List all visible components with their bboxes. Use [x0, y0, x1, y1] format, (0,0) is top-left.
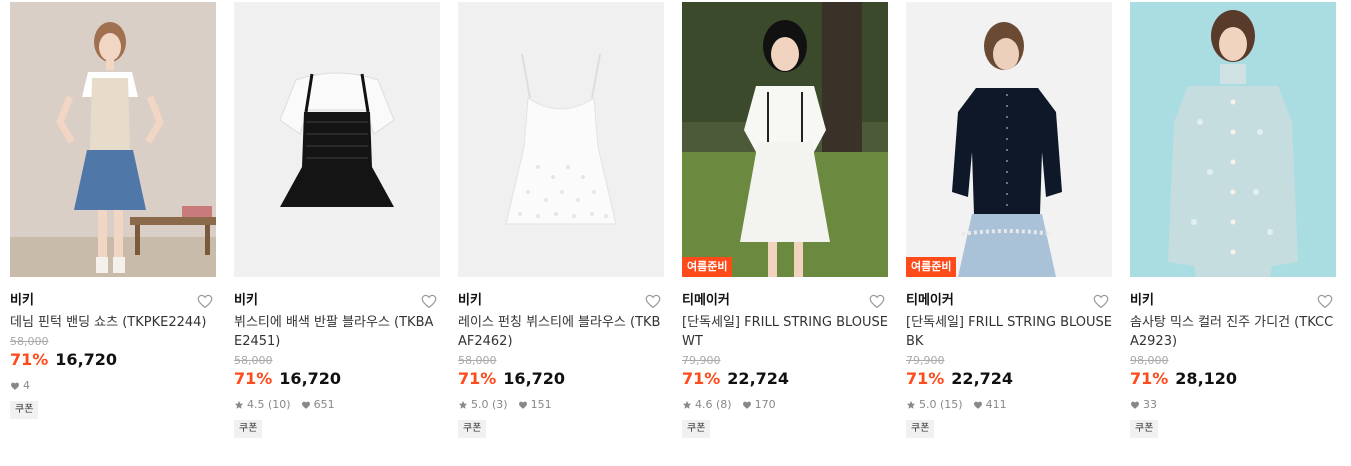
original-price: 79,900 — [682, 354, 721, 367]
likes: 411 — [973, 398, 1007, 412]
wishlist-heart-icon[interactable] — [1316, 292, 1334, 310]
product-meta: 4.6 (8) 170 — [682, 398, 888, 412]
price-row: 71% 16,720 — [10, 350, 216, 370]
product-name[interactable]: [단독세일] FRILL STRING BLOUSE BK — [906, 313, 1112, 351]
rating-value: 5.0 (15) — [919, 398, 963, 411]
rating-value: 4.6 (8) — [695, 398, 732, 411]
likes: 651 — [301, 398, 335, 412]
heart-filled-icon — [973, 401, 982, 409]
discount-rate: 71% — [458, 369, 497, 388]
wishlist-heart-icon[interactable] — [644, 292, 662, 310]
likes: 4 — [10, 379, 30, 393]
sale-price: 16,720 — [503, 369, 566, 388]
price-row: 71% 16,720 — [234, 369, 440, 389]
product-meta: 4 — [10, 379, 216, 393]
likes: 151 — [518, 398, 552, 412]
product-card[interactable]: 여름준비 티메이커 [단독세일] FRILL STRING BLOUSE WT … — [682, 2, 888, 438]
likes-count: 170 — [754, 398, 776, 411]
original-price: 58,000 — [234, 354, 273, 367]
original-price: 58,000 — [458, 354, 497, 367]
heart-filled-icon — [11, 382, 19, 390]
brand-name[interactable]: 비키 — [234, 290, 440, 312]
brand-name[interactable]: 비키 — [10, 290, 216, 312]
product-image[interactable]: 여름준비 — [906, 2, 1112, 277]
product-card[interactable]: 비키 레이스 펀칭 뷔스티에 블라우스 (TKBAF2462) 58,000 7… — [458, 2, 664, 438]
rating: 5.0 (3) — [458, 398, 508, 412]
product-card[interactable]: 비키 데님 핀턱 밴딩 쇼츠 (TKPKE2244) 58,000 71% 16,… — [10, 2, 216, 419]
sale-price: 16,720 — [279, 369, 342, 388]
coupon-badge: 쿠폰 — [1130, 420, 1159, 438]
sale-price: 16,720 — [55, 350, 118, 369]
likes-count: 651 — [313, 398, 335, 411]
coupon-badge: 쿠폰 — [458, 420, 487, 438]
product-image[interactable] — [458, 2, 664, 277]
product-grid: 비키 데님 핀턱 밴딩 쇼츠 (TKPKE2244) 58,000 71% 16,… — [10, 2, 1346, 462]
sale-price: 28,120 — [1175, 369, 1238, 388]
product-name[interactable]: 솜사탕 믹스 컬러 진주 가디건 (TKCCA2923) — [1130, 313, 1336, 351]
sale-price: 22,724 — [727, 369, 790, 388]
price-row: 71% 22,724 — [682, 369, 888, 389]
product-card[interactable]: 비키 솜사탕 믹스 컬러 진주 가디건 (TKCCA2923) 98,000 7… — [1130, 2, 1336, 438]
likes-count: 4 — [23, 379, 30, 392]
brand-name[interactable]: 비키 — [1130, 290, 1336, 312]
product-name[interactable]: [단독세일] FRILL STRING BLOUSE WT — [682, 313, 888, 351]
product-card[interactable]: 여름준비 티메이커 [단독세일] FRILL STRING BLOUSE BK … — [906, 2, 1112, 438]
original-price: 98,000 — [1130, 354, 1169, 367]
coupon-badge: 쿠폰 — [682, 420, 711, 438]
wishlist-heart-icon[interactable] — [1092, 292, 1110, 310]
discount-rate: 71% — [1130, 369, 1169, 388]
coupon-badge: 쿠폰 — [906, 420, 935, 438]
price-row: 71% 16,720 — [458, 369, 664, 389]
rating: 4.5 (10) — [234, 398, 291, 412]
original-price: 79,900 — [906, 354, 945, 367]
likes-count: 411 — [985, 398, 1007, 411]
likes-count: 33 — [1143, 398, 1157, 411]
product-image[interactable] — [234, 2, 440, 277]
product-meta: 33 — [1130, 398, 1336, 412]
sale-price: 22,724 — [951, 369, 1014, 388]
rating: 5.0 (15) — [906, 398, 963, 412]
product-card[interactable]: 비키 뷔스티에 배색 반팔 블라우스 (TKBAE2451) 58,000 71… — [234, 2, 440, 438]
rating-value: 4.5 (10) — [247, 398, 291, 411]
original-price: 58,000 — [10, 335, 49, 348]
coupon-badge: 쿠폰 — [234, 420, 263, 438]
rating: 4.6 (8) — [682, 398, 732, 412]
rating-value: 5.0 (3) — [471, 398, 508, 411]
heart-filled-icon — [301, 401, 310, 409]
wishlist-heart-icon[interactable] — [196, 292, 214, 310]
product-image[interactable] — [1130, 2, 1336, 277]
product-name[interactable]: 뷔스티에 배색 반팔 블라우스 (TKBAE2451) — [234, 313, 440, 351]
likes-count: 151 — [530, 398, 552, 411]
star-icon — [682, 400, 692, 409]
product-name[interactable]: 데님 핀턱 밴딩 쇼츠 (TKPKE2244) — [10, 313, 216, 332]
discount-rate: 71% — [234, 369, 273, 388]
product-meta: 5.0 (15) 411 — [906, 398, 1112, 412]
brand-name[interactable]: 티메이커 — [682, 290, 888, 312]
promo-tag: 여름준비 — [682, 257, 733, 277]
heart-filled-icon — [742, 401, 751, 409]
star-icon — [234, 400, 244, 409]
product-meta: 5.0 (3) 151 — [458, 398, 664, 412]
discount-rate: 71% — [682, 369, 721, 388]
product-image[interactable]: 여름준비 — [682, 2, 888, 277]
product-meta: 4.5 (10) 651 — [234, 398, 440, 412]
likes: 33 — [1130, 398, 1157, 412]
wishlist-heart-icon[interactable] — [420, 292, 438, 310]
price-row: 71% 22,724 — [906, 369, 1112, 389]
price-row: 71% 28,120 — [1130, 369, 1336, 389]
discount-rate: 71% — [10, 350, 49, 369]
wishlist-heart-icon[interactable] — [868, 292, 886, 310]
product-image[interactable] — [10, 2, 216, 277]
likes: 170 — [742, 398, 776, 412]
heart-filled-icon — [518, 401, 527, 409]
coupon-badge: 쿠폰 — [10, 401, 39, 419]
star-icon — [458, 400, 468, 409]
heart-filled-icon — [1131, 401, 1139, 409]
discount-rate: 71% — [906, 369, 945, 388]
product-name[interactable]: 레이스 펀칭 뷔스티에 블라우스 (TKBAF2462) — [458, 313, 664, 351]
brand-name[interactable]: 티메이커 — [906, 290, 1112, 312]
promo-tag: 여름준비 — [906, 257, 957, 277]
star-icon — [906, 400, 916, 409]
brand-name[interactable]: 비키 — [458, 290, 664, 312]
